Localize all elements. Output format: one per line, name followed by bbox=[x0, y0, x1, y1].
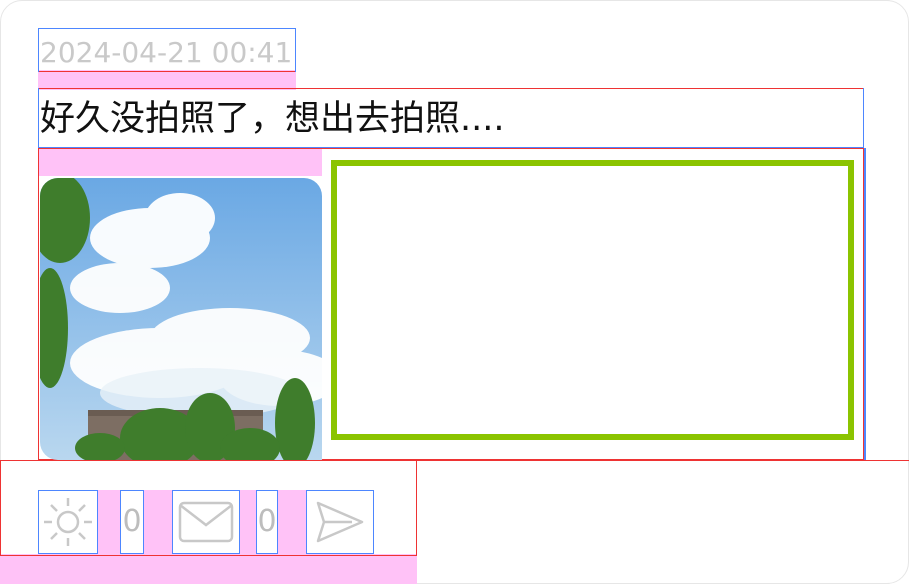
comment-button[interactable] bbox=[172, 490, 240, 554]
overlay-pink bbox=[38, 70, 296, 90]
overlay-pink bbox=[0, 554, 417, 584]
post-text: 好久没拍照了，想出去拍照.... bbox=[40, 99, 505, 139]
share-button[interactable] bbox=[306, 490, 374, 554]
post-image[interactable] bbox=[40, 178, 322, 460]
overlay-blue bbox=[864, 148, 866, 460]
sun-like-icon bbox=[44, 498, 92, 546]
comment-count: 0 bbox=[257, 504, 277, 539]
post-timestamp: 2024-04-21 00:41 bbox=[40, 36, 293, 69]
send-share-icon bbox=[316, 501, 364, 543]
post-photo-graphic bbox=[40, 178, 322, 460]
mail-comment-icon bbox=[178, 501, 234, 543]
like-count: 0 bbox=[122, 504, 142, 539]
highlight-frame bbox=[331, 160, 854, 440]
like-button[interactable] bbox=[38, 490, 98, 554]
